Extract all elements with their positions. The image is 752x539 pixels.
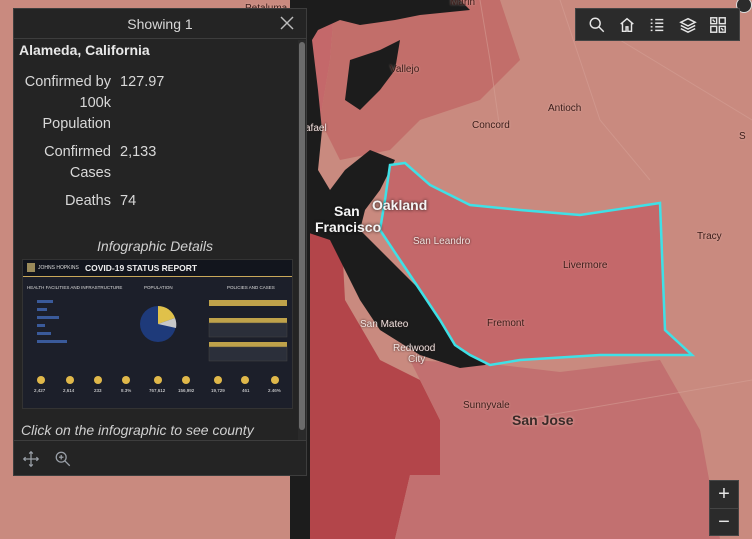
map-label-fremont: Fremont [487, 318, 525, 329]
zoom-control: + − [709, 480, 739, 536]
list-icon [651, 18, 664, 31]
legend-button[interactable] [645, 13, 669, 37]
infographic-stat: 156,992 [178, 388, 195, 393]
grid-icon [709, 16, 726, 33]
zoom-to-icon [55, 451, 71, 467]
map-label-sunnyvale: Sunnyvale [463, 400, 510, 411]
map-label-san-leandro: San Leandro [413, 236, 471, 247]
popup-footer [14, 440, 306, 476]
infographic-note: Click on the infographic to see county [21, 422, 254, 438]
popup-content[interactable]: Alameda, California Confirmed by 100k Po… [15, 40, 297, 440]
search-icon [589, 17, 605, 32]
search-button[interactable] [585, 13, 609, 37]
field-value: 127.97 [120, 74, 165, 90]
infographic-stat: 2,614 [63, 388, 75, 393]
map-label-top: Marin [450, 0, 476, 8]
santa-clara-county [395, 360, 720, 539]
map-label-concord: Concord [472, 120, 510, 131]
popup-header: Showing 1 [14, 9, 306, 39]
map-label-vallejo: Vallejo [390, 64, 420, 75]
field-label: Confirmed by 100k Population [24, 74, 111, 132]
feature-title: Alameda, California [19, 42, 150, 58]
infographic-title: COVID-19 STATUS REPORT [85, 263, 198, 273]
infographic-section-policies: POLICIES AND CASES [227, 285, 275, 290]
zoom-to-button[interactable] [54, 450, 72, 468]
map-label-san-francisco-2: Francisco [315, 219, 382, 235]
zoom-out-button[interactable]: − [710, 508, 738, 535]
infographic-graphic [23, 260, 292, 384]
map-label-tracy: Tracy [697, 231, 722, 242]
move-icon [22, 450, 40, 468]
field-value: 74 [120, 193, 137, 209]
layers-button[interactable] [676, 13, 700, 37]
map-label-edge: S [739, 131, 746, 142]
infographic-stat: 8.3% [121, 388, 132, 393]
field-label: Deaths [65, 193, 111, 209]
infographic-stat: 461 [242, 388, 250, 393]
map-label-redwood-city-2: City [408, 354, 426, 365]
pan-to-button[interactable] [22, 450, 40, 468]
scrollbar-thumb[interactable] [299, 42, 305, 430]
popup-title: Showing 1 [127, 16, 193, 32]
infographic-stat: 767,612 [149, 388, 166, 393]
infographic-heading: Infographic Details [97, 238, 213, 254]
map-label-oakland: Oakland [372, 197, 428, 213]
map-label-redwood-city-1: Redwood [393, 343, 436, 354]
field-value: 2,133 [120, 144, 157, 160]
infographic-stat: 2,427 [34, 388, 46, 393]
map-label-antioch: Antioch [548, 103, 582, 114]
popup-scrollbar[interactable] [298, 40, 306, 440]
feature-popup: Showing 1 Alameda, California Confirmed … [13, 8, 307, 476]
map-label-san-rafael: afael [305, 123, 327, 134]
map-label-san-jose: San Jose [512, 412, 574, 428]
infographic-section-population: POPULATION [144, 285, 173, 290]
infographic-stat: 19,729 [211, 388, 225, 393]
map-label-san-francisco-1: San [334, 203, 360, 219]
layers-icon [678, 17, 697, 33]
basemap-button[interactable] [706, 13, 730, 37]
close-icon [280, 16, 294, 30]
infographic-logo: JOHNS HOPKINS [38, 265, 79, 271]
zoom-in-button[interactable]: + [710, 481, 738, 508]
home-button[interactable] [615, 13, 639, 37]
map-toolbar [575, 8, 740, 41]
close-button[interactable] [279, 15, 295, 31]
map-label-san-mateo: San Mateo [360, 319, 409, 330]
field-label: Confirmed Cases [44, 144, 111, 181]
infographic-stat: 2.46% [268, 388, 281, 393]
infographic-image[interactable]: JOHNS HOPKINS COVID-19 STATUS REPORT HEA… [22, 259, 293, 409]
map-label-livermore: Livermore [563, 260, 608, 271]
home-icon [620, 17, 635, 32]
infographic-section-health: HEALTH FACILITIES AND INFRASTRUCTURE [27, 285, 123, 290]
infographic-stat: 233 [94, 388, 102, 393]
